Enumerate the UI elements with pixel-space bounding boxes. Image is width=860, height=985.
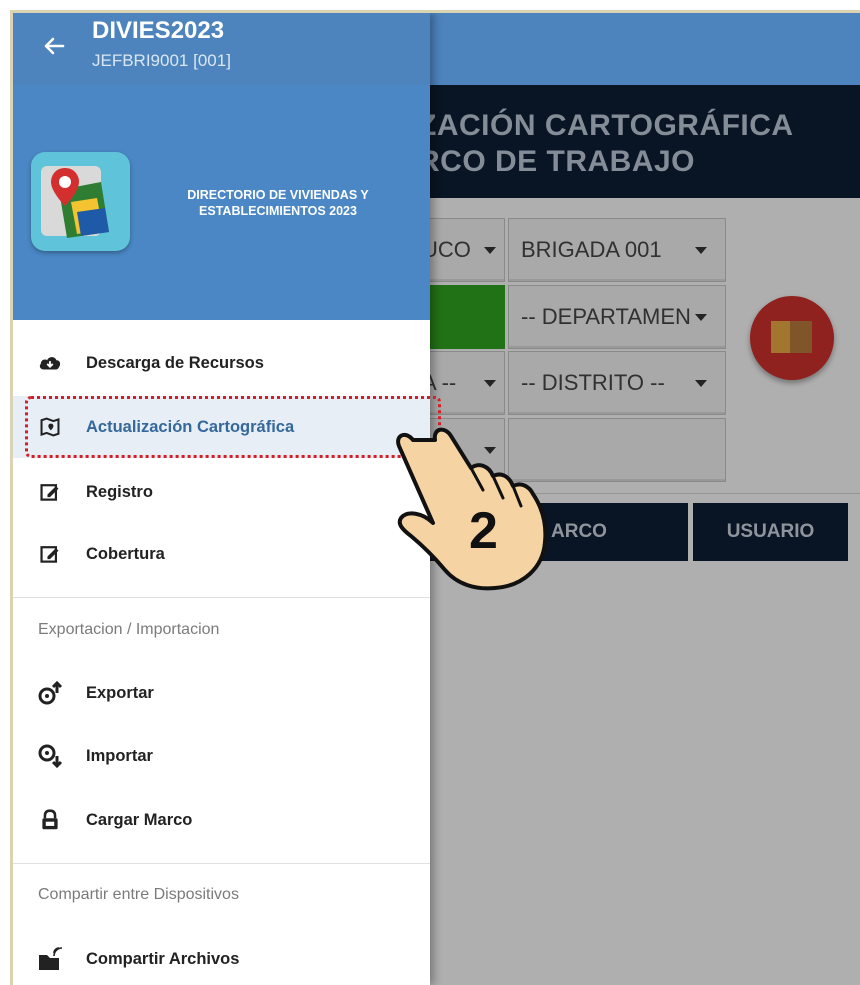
edit-icon [37,541,63,567]
menu-divider [13,597,430,598]
navigation-drawer: DIVIES2023 JEFBRI9001 [001] DIRECTORIO D… [13,13,430,985]
lock-icon [37,807,63,833]
drawer-subtitle: JEFBRI9001 [001] [92,51,231,70]
menu-item-registro[interactable]: Registro [13,461,430,523]
app-logo [31,152,130,251]
menu-item-label: Cargar Marco [86,810,193,829]
menu-item-label: Exportar [86,683,154,702]
section-title-share: Compartir entre Dispositivos [38,886,239,903]
cloud-download-icon [37,350,63,376]
menu-item-label: Compartir Archivos [86,949,240,968]
menu-divider [13,863,430,864]
menu-item-descarga[interactable]: Descarga de Recursos [13,332,430,394]
export-icon [37,680,63,706]
drawer-title: DIVIES2023 [92,17,225,44]
menu-item-label: Registro [86,482,153,501]
menu-item-label: Cobertura [86,544,165,563]
highlight-box [25,396,441,458]
step-number: 2 [469,502,498,560]
menu-item-cobertura[interactable]: Cobertura [13,523,430,585]
app-name: DIRECTORIO DE VIVIENDAS Y ESTABLECIMIENT… [187,188,369,218]
edit-icon [37,479,63,505]
menu-item-importar[interactable]: Importar [13,725,430,787]
menu-item-label: Descarga de Recursos [86,353,264,372]
import-icon [37,743,63,769]
menu-item-exportar[interactable]: Exportar [13,662,430,724]
share-files-icon [37,946,63,972]
menu-item-label: Importar [86,746,153,765]
section-title-export-import: Exportacion / Importacion [38,621,220,638]
drawer-banner: DIRECTORIO DE VIVIENDAS Y ESTABLECIMIENT… [13,85,430,320]
screen-frame: ZACIÓN CARTOGRÁFICA RCO DE TRABAJO UCO B… [10,10,860,985]
pointing-hand-icon: 2 [396,427,548,591]
drawer-header: DIVIES2023 JEFBRI9001 [001] [13,13,430,85]
menu-item-compartir-archivos[interactable]: Compartir Archivos [13,928,430,985]
back-arrow-icon[interactable] [39,31,69,61]
map-pin-logo-icon [41,166,109,238]
menu-item-cargar-marco[interactable]: Cargar Marco [13,789,430,851]
